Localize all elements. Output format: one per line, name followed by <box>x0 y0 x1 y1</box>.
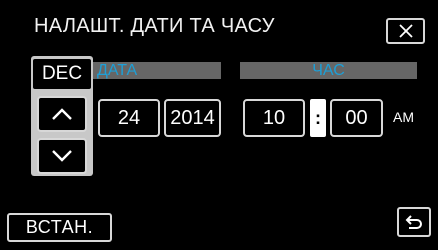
return-icon <box>405 215 422 229</box>
date-section-label: ДАТА <box>92 62 221 79</box>
page-title: НАЛАШТ. ДАТИ ТА ЧАСУ <box>34 15 275 37</box>
close-icon <box>398 24 413 38</box>
chevron-up-icon <box>52 108 72 120</box>
minute-field[interactable]: 00 <box>330 99 383 137</box>
day-field[interactable]: 24 <box>98 99 160 137</box>
chevron-down-icon <box>52 150 72 162</box>
close-button[interactable] <box>386 18 425 44</box>
time-section-label: ЧАС <box>240 62 417 79</box>
increase-button[interactable] <box>37 96 87 132</box>
back-button[interactable] <box>397 207 431 237</box>
set-button[interactable]: ВСТАН. <box>7 213 112 242</box>
hour-field[interactable]: 10 <box>243 99 305 137</box>
year-field[interactable]: 2014 <box>164 99 221 137</box>
time-separator: : <box>310 99 326 137</box>
month-value[interactable]: DEC <box>33 59 91 89</box>
am-pm-indicator: AM <box>393 109 414 125</box>
decrease-button[interactable] <box>37 138 87 174</box>
date-time-settings-screen: НАЛАШТ. ДАТИ ТА ЧАСУ ДАТА ЧАС DEC 24 201… <box>0 0 438 250</box>
